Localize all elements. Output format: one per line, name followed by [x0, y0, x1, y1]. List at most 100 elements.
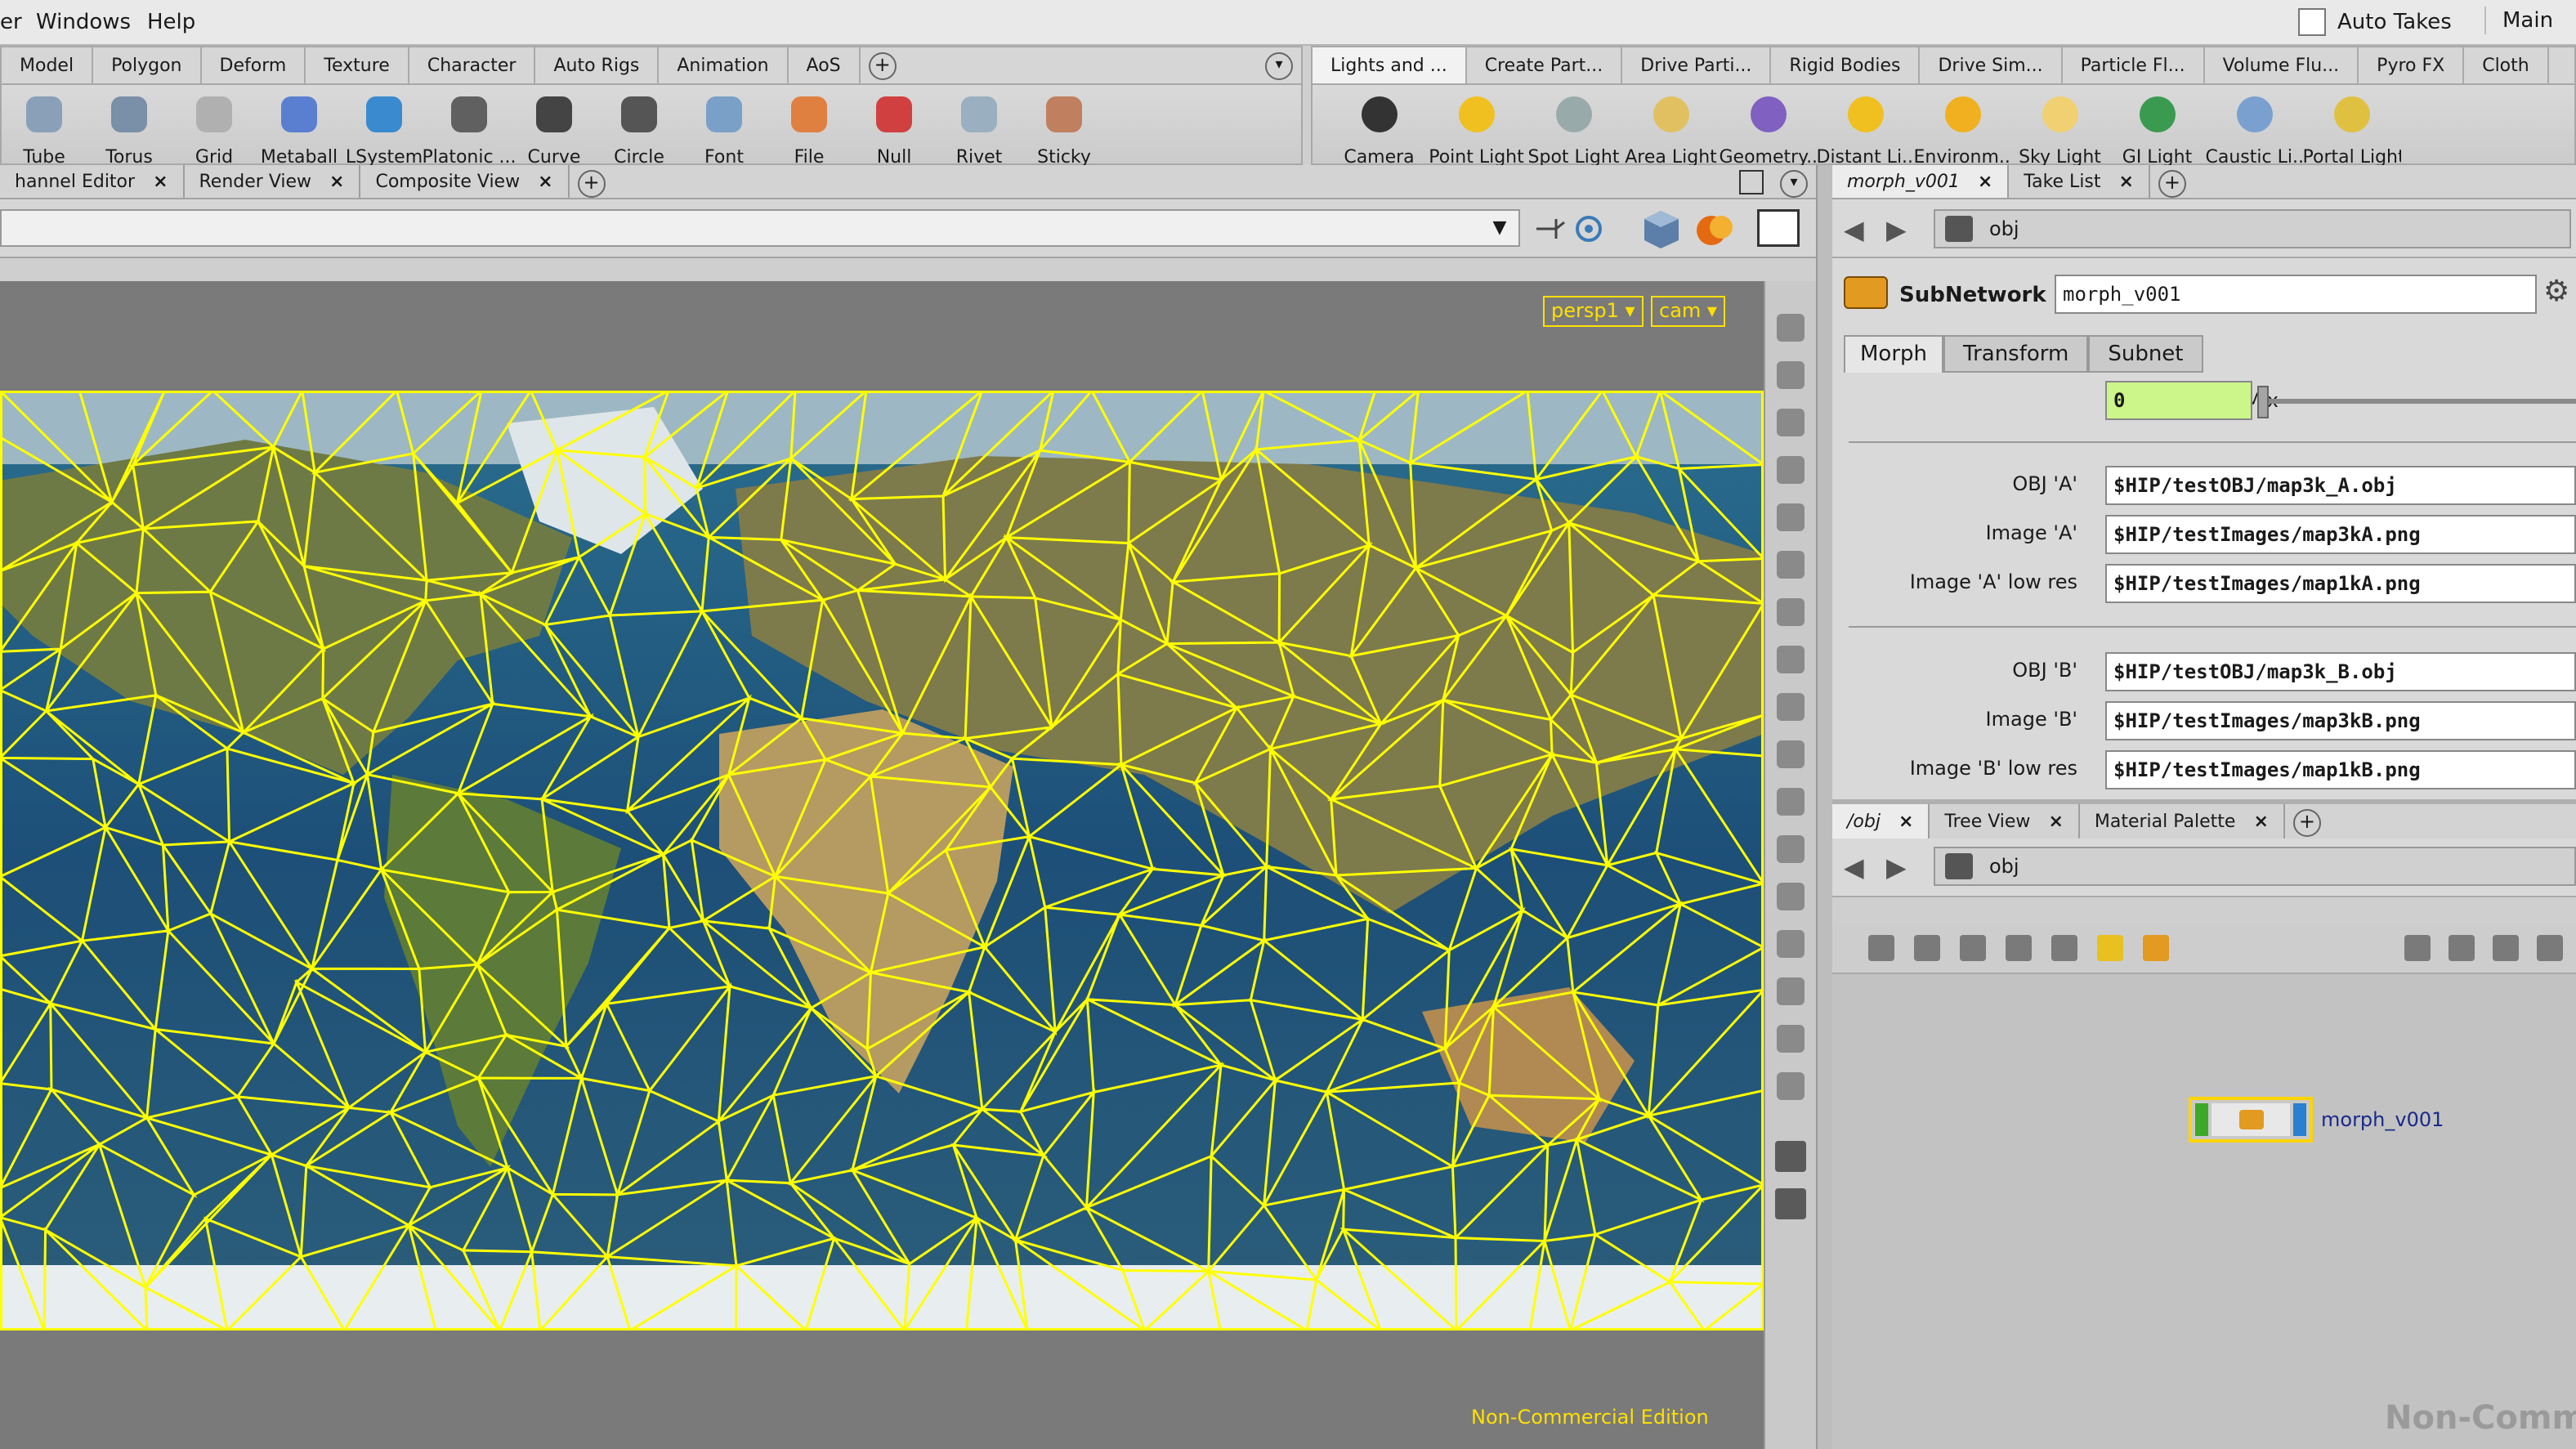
forward-arrow-icon[interactable]: ▶: [1886, 214, 1907, 245]
subnet-icon[interactable]: [2143, 935, 2169, 961]
shelf-tab-model[interactable]: Model: [2, 47, 94, 83]
pin-icon[interactable]: [1532, 212, 1568, 245]
path-dropdown-chevron-icon[interactable]: ▼: [1481, 211, 1518, 245]
viewer-path-field[interactable]: [0, 209, 1520, 247]
measure-icon[interactable]: [1777, 1025, 1805, 1053]
shelf-tab-auto-rigs[interactable]: Auto Rigs: [535, 47, 660, 83]
point-icon[interactable]: [1777, 598, 1805, 626]
morph-mix-field[interactable]: 0: [2105, 381, 2252, 420]
transform-icon[interactable]: [1777, 883, 1805, 910]
link-icon[interactable]: [2449, 935, 2475, 961]
shelf-tab-lights[interactable]: Lights and ...: [1313, 47, 1467, 83]
param-file-field[interactable]: $HIP/testOBJ/map3k_A.obj: [2105, 466, 2576, 505]
close-icon[interactable]: ×: [329, 172, 344, 192]
add-pane-tab-icon[interactable]: +: [577, 170, 606, 198]
back-arrow-icon[interactable]: ◀: [1844, 852, 1864, 883]
grid-layout-icon[interactable]: [1775, 1141, 1806, 1172]
sphere-view-icon[interactable]: [1777, 456, 1805, 484]
param-file-field[interactable]: $HIP/testImages/map1kB.png: [2105, 750, 2576, 789]
eye-dropper-icon[interactable]: [1777, 551, 1805, 579]
maximize-pane-icon[interactable]: [1739, 170, 1764, 195]
morph-node[interactable]: [2189, 1097, 2313, 1143]
menu-render[interactable]: er: [0, 10, 22, 34]
close-icon[interactable]: ×: [538, 172, 552, 192]
select-icon[interactable]: [1777, 314, 1805, 342]
curve-tool-icon[interactable]: [1777, 835, 1805, 863]
palette-icon[interactable]: [2006, 935, 2032, 961]
param-file-field[interactable]: $HIP/testImages/map3kB.png: [2105, 701, 2576, 740]
tab-obj[interactable]: /obj ×: [1832, 804, 1930, 839]
world-map-mesh[interactable]: [0, 391, 1764, 1330]
tab-render-view[interactable]: Render View ×: [185, 165, 361, 198]
param-file-field[interactable]: $HIP/testOBJ/map3k_B.obj: [2105, 652, 2576, 691]
close-icon[interactable]: ×: [1978, 172, 1992, 192]
add-shelf-tab-icon[interactable]: +: [868, 52, 897, 80]
tab-take-list[interactable]: Take List ×: [2009, 165, 2150, 198]
handle-icon[interactable]: [1777, 930, 1805, 958]
folder-tab-transform[interactable]: Transform: [1943, 335, 2089, 373]
light-view-icon[interactable]: [1777, 409, 1805, 436]
text-icon[interactable]: [1777, 977, 1805, 1005]
number-icon[interactable]: [1777, 693, 1805, 721]
shelf-tab-drive-particles[interactable]: Drive Parti...: [1622, 47, 1772, 83]
close-icon[interactable]: ×: [153, 172, 168, 192]
param-file-field[interactable]: $HIP/testImages/map1kA.png: [2105, 564, 2576, 603]
list-icon[interactable]: [1914, 935, 1940, 961]
shelf-tab-polygon[interactable]: Polygon: [93, 47, 202, 83]
network-editor[interactable]: morph_v001 Non-Comme: [1832, 924, 2576, 1449]
shelf-tab-volume-fluids[interactable]: Volume Flu...: [2205, 47, 2359, 83]
node-display-flag[interactable]: [2195, 1103, 2208, 1136]
auto-takes-toggle[interactable]: Auto Takes: [2298, 8, 2452, 36]
param-path-field[interactable]: obj: [1934, 209, 2571, 248]
folder-tab-morph[interactable]: Morph: [1844, 335, 1944, 373]
add-pane-tab-icon[interactable]: +: [2158, 170, 2186, 198]
display-shading-cube-icon[interactable]: [1639, 208, 1684, 250]
grid-snap-icon[interactable]: [1777, 788, 1805, 816]
menu-help[interactable]: Help: [147, 10, 195, 34]
scene-viewport[interactable]: persp1 ▾ cam ▾ Non-Commercial Edition: [0, 281, 1764, 1449]
desktop-selector[interactable]: Main: [2484, 7, 2569, 34]
shelf-tab-deform[interactable]: Deform: [202, 47, 306, 83]
background-toggle-icon[interactable]: [1757, 209, 1800, 247]
pane-menu-chevron-icon[interactable]: ▾: [1780, 170, 1808, 198]
shelf-tab-texture[interactable]: Texture: [306, 47, 409, 83]
tab-channel-editor[interactable]: hannel Editor ×: [0, 165, 185, 198]
render-region-icon[interactable]: [1693, 208, 1739, 250]
node-name-field[interactable]: morph_v001: [2055, 275, 2537, 314]
eye-icon[interactable]: [1775, 1188, 1806, 1219]
node-render-flag[interactable]: [2293, 1103, 2306, 1136]
image-icon[interactable]: [1777, 1072, 1805, 1100]
folder-tab-subnet[interactable]: Subnet: [2088, 335, 2203, 373]
layout-icon[interactable]: [2493, 935, 2519, 961]
shelf-tab-character[interactable]: Character: [409, 47, 536, 83]
shelf-tab-pyro-fx[interactable]: Pyro FX: [2359, 47, 2465, 83]
tree-icon[interactable]: [1868, 935, 1894, 961]
close-icon[interactable]: ×: [1898, 812, 1913, 832]
back-arrow-icon[interactable]: ◀: [1844, 214, 1864, 245]
snapping-icon[interactable]: [1572, 212, 1608, 245]
pane-splitter[interactable]: [1816, 165, 1832, 1449]
tab-composite-view[interactable]: Composite View ×: [360, 165, 570, 198]
shelf-tab-create-particles[interactable]: Create Part...: [1467, 47, 1623, 83]
sticky-note-icon[interactable]: [2097, 935, 2123, 961]
connect-icon[interactable]: [2537, 935, 2563, 961]
menu-windows[interactable]: Windows: [36, 10, 131, 34]
gear-icon[interactable]: ⚙: [2543, 275, 2576, 314]
params-icon[interactable]: [1960, 935, 1986, 961]
forward-arrow-icon[interactable]: ▶: [1886, 852, 1907, 883]
perspective-menu[interactable]: persp1 ▾: [1543, 296, 1644, 327]
align-icon[interactable]: [2404, 935, 2431, 961]
shelf-menu-chevron-icon[interactable]: ▾: [1265, 52, 1293, 80]
camera-view-icon[interactable]: [1777, 361, 1805, 389]
tab-tree-view[interactable]: Tree View ×: [1930, 804, 2080, 839]
network-view-icon[interactable]: [2051, 935, 2077, 961]
close-icon[interactable]: ×: [2119, 172, 2134, 192]
camera-menu[interactable]: cam ▾: [1651, 296, 1725, 327]
flipbook-icon[interactable]: [1777, 503, 1805, 531]
edge-icon[interactable]: [1777, 646, 1805, 673]
snap-icon[interactable]: [1777, 740, 1805, 768]
tab-material-palette[interactable]: Material Palette ×: [2080, 804, 2285, 839]
shelf-tab-aos[interactable]: AoS: [789, 47, 861, 83]
add-pane-tab-icon[interactable]: +: [2292, 809, 2321, 837]
shelf-tab-particle-fluids[interactable]: Particle Fl...: [2063, 47, 2205, 83]
